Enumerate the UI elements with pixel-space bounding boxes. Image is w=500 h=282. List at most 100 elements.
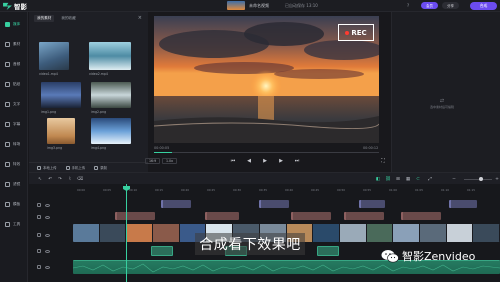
eye-icon[interactable] <box>45 249 50 253</box>
media-thumb[interactable] <box>41 82 81 108</box>
audio-icon <box>5 61 10 67</box>
lock-icon[interactable] <box>37 203 41 207</box>
time-ruler[interactable]: 00:00 00:05 00:10 00:15 00:20 00:25 00:3… <box>73 188 500 196</box>
prev-frame-icon[interactable]: ◀ <box>246 158 252 164</box>
ruler-tick: 00:35 <box>259 188 268 192</box>
track-header-video <box>29 228 73 242</box>
snap-icon[interactable]: ◧ <box>375 176 381 182</box>
skip-end-icon[interactable]: ⏭ <box>294 158 300 164</box>
tab-favorites[interactable]: 我的收藏 <box>58 15 78 22</box>
text-icon <box>5 101 10 107</box>
effect-clip[interactable] <box>449 200 477 208</box>
video-frame <box>313 224 340 242</box>
zoom-slider[interactable] <box>464 179 492 180</box>
next-frame-icon[interactable]: ▶ <box>278 158 284 164</box>
media-thumb[interactable] <box>91 82 131 108</box>
media-thumb[interactable] <box>91 118 131 144</box>
video-frame <box>446 224 474 242</box>
app-name: 智影 <box>14 3 27 11</box>
nav-label: 文字 <box>13 101 21 106</box>
magnet-icon[interactable]: ⊂ <box>415 176 421 182</box>
delete-icon[interactable]: ⌫ <box>77 176 83 182</box>
playback-progress[interactable] <box>154 152 379 153</box>
eye-icon[interactable] <box>45 215 50 219</box>
nav-item-transitions[interactable]: 转场 <box>0 134 28 154</box>
upgrade-button[interactable]: 会员 <box>421 2 438 9</box>
speed-select[interactable]: 1.0x <box>162 158 177 164</box>
lock-icon[interactable] <box>37 215 41 219</box>
effect-clip[interactable] <box>161 200 191 208</box>
close-icon[interactable]: × <box>138 15 142 21</box>
skip-start-icon[interactable]: ⏮ <box>230 158 236 164</box>
timeline-toolbar: ↖ ↶ ↷ ⌇ ⌫ ◧ ⛓ ⊞ ▦ ⊂ ⤢ − + <box>29 172 500 184</box>
filter-clip[interactable] <box>401 212 441 220</box>
zoom-in-icon[interactable]: + <box>494 176 500 182</box>
video-frame <box>393 224 420 242</box>
eye-icon[interactable] <box>45 203 50 207</box>
nav-item-effects[interactable]: 特效 <box>0 154 28 174</box>
wechat-icon <box>381 250 399 263</box>
nav-item-tools[interactable]: 工具 <box>0 214 28 234</box>
media-panel: 我的素材 我的收藏 × video1.mp4 video2.mp4 img1.p… <box>29 12 148 172</box>
redo-icon[interactable]: ↷ <box>57 176 63 182</box>
filter-clip[interactable] <box>344 212 384 220</box>
preview-axis-icon[interactable]: ⊞ <box>395 176 401 182</box>
music-icon[interactable] <box>37 249 41 253</box>
nav-item-stickers[interactable]: 贴纸 <box>0 74 28 94</box>
phone-upload-button[interactable]: 手机上传 <box>65 165 85 170</box>
eye-icon[interactable] <box>45 265 50 269</box>
help-icon[interactable]: ? <box>407 3 409 8</box>
project-thumbnail[interactable] <box>227 1 245 10</box>
nav-item-text[interactable]: 文字 <box>0 94 28 114</box>
audio-clip[interactable] <box>317 246 339 256</box>
audio-clip[interactable] <box>151 246 173 256</box>
fit-icon[interactable]: ⤢ <box>427 176 433 182</box>
filter-clip[interactable] <box>115 212 155 220</box>
project-name[interactable]: 未命名视频 <box>249 3 269 9</box>
nav-item-media[interactable]: 媒体 <box>0 14 28 34</box>
grid-icon[interactable]: ▦ <box>405 176 411 182</box>
play-button[interactable]: ▶ <box>262 158 268 164</box>
record-button[interactable]: 录制 <box>94 165 107 170</box>
tab-my-media[interactable]: 我的素材 <box>34 15 55 22</box>
playhead[interactable] <box>126 184 127 282</box>
ruler-tick: 00:25 <box>207 188 216 192</box>
eye-icon[interactable] <box>45 233 50 237</box>
nav-item-templates[interactable]: 模板 <box>0 194 28 214</box>
nav-item-assets[interactable]: 素材 <box>0 34 28 54</box>
ratio-select[interactable]: 16:9 <box>145 158 161 164</box>
local-upload-button[interactable]: 本地上传 <box>37 165 57 170</box>
zoom-out-icon[interactable]: − <box>451 176 457 182</box>
media-thumb[interactable] <box>47 118 75 144</box>
undo-icon[interactable]: ↶ <box>47 176 53 182</box>
video-preview[interactable]: REC <box>154 16 379 143</box>
transition-icon <box>5 141 10 147</box>
media-thumb-label: video2.mp4 <box>89 72 108 76</box>
save-status: 已自动保存 13:10 <box>285 3 318 8</box>
nav-item-audio[interactable]: 音频 <box>0 54 28 74</box>
fullscreen-icon[interactable]: ⛶ <box>380 158 386 164</box>
media-thumb-label: img3.png <box>47 146 63 150</box>
link-icon[interactable]: ⛓ <box>385 176 391 182</box>
nav-item-filters[interactable]: 滤镜 <box>0 174 28 194</box>
effect-clip[interactable] <box>259 200 289 208</box>
share-button[interactable]: 分享 <box>442 2 459 9</box>
filter-clip[interactable] <box>205 212 239 220</box>
media-thumb[interactable] <box>89 42 131 70</box>
preview-panel: REC 00:00:05 00:00:12 16:9 1.0x ⏮ ◀ ▶ ▶ … <box>145 12 390 172</box>
effect-clip[interactable] <box>359 200 385 208</box>
video-frame <box>419 224 447 242</box>
lock-icon[interactable] <box>37 233 41 237</box>
export-button[interactable]: 合成 <box>470 2 497 10</box>
app-logo[interactable]: 智影 <box>3 1 27 11</box>
record-label: 录制 <box>100 166 107 170</box>
filter-clip[interactable] <box>291 212 331 220</box>
music-icon[interactable] <box>37 265 41 269</box>
split-icon[interactable]: ⌇ <box>67 176 73 182</box>
zoom-slider-handle[interactable] <box>479 177 483 181</box>
select-icon[interactable]: ↖ <box>37 176 43 182</box>
nav-item-subtitles[interactable]: 字幕 <box>0 114 28 134</box>
media-thumb[interactable] <box>39 42 69 70</box>
ruler-tick: 00:55 <box>363 188 372 192</box>
sticker-icon <box>5 81 10 87</box>
